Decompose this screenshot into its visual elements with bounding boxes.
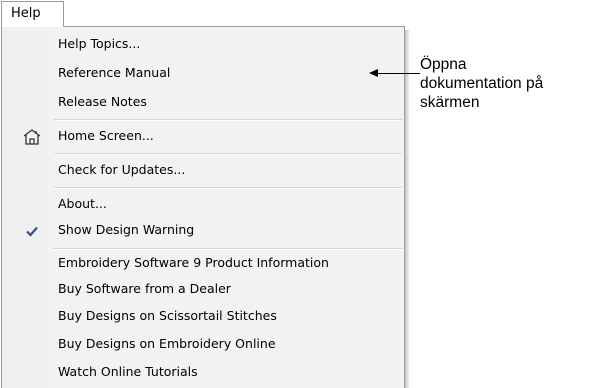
menu-item-check-for-updates[interactable]: Check for Updates... (2, 158, 404, 182)
menu-item-release-notes[interactable]: Release Notes (2, 90, 404, 114)
menu-item-label: Release Notes (58, 94, 147, 109)
menu-item-reference-manual[interactable]: Reference Manual (2, 61, 404, 85)
home-screen-icon (22, 124, 42, 148)
menu-shadow (405, 30, 409, 388)
menu-item-help-topics[interactable]: Help Topics... (2, 32, 404, 56)
menu-item-buy-software-dealer[interactable]: Buy Software from a Dealer (2, 277, 404, 301)
menu-item-label: Embroidery Software 9 Product Informatio… (58, 255, 329, 270)
checkmark-icon (22, 218, 42, 242)
menu-item-label: About... (58, 196, 107, 211)
menu-item-label: Home Screen... (58, 128, 154, 143)
callout-line-text: skärmen (420, 94, 480, 111)
menu-item-label: Help Topics... (58, 36, 141, 51)
menu-separator (54, 153, 402, 155)
menu-item-label: Buy Software from a Dealer (58, 281, 231, 296)
callout-line-text: Öppna (420, 56, 467, 73)
callout-line (376, 73, 420, 74)
menu-item-home-screen[interactable]: Home Screen... (2, 124, 404, 148)
help-menu-tab[interactable]: Help (1, 1, 64, 27)
menu-item-label: Check for Updates... (58, 162, 186, 177)
callout-annotation: Öppna dokumentation på skärmen (420, 55, 588, 112)
menu-item-about[interactable]: About... (2, 192, 404, 216)
callout-line-text: dokumentation på (420, 75, 544, 92)
menu-item-buy-designs-scissortail[interactable]: Buy Designs on Scissortail Stitches (2, 304, 404, 328)
menu-item-watch-online-tutorials[interactable]: Watch Online Tutorials (2, 360, 404, 384)
menu-item-product-information[interactable]: Embroidery Software 9 Product Informatio… (2, 251, 404, 275)
help-dropdown-menu: Help Topics... Reference Manual Release … (1, 26, 405, 388)
menu-item-label: Buy Designs on Embroidery Online (58, 336, 276, 351)
menu-separator (54, 248, 402, 250)
menu-item-label: Show Design Warning (58, 222, 195, 237)
menu-item-label: Watch Online Tutorials (58, 364, 198, 379)
menu-item-label: Buy Designs on Scissortail Stitches (58, 308, 277, 323)
menu-item-buy-designs-embroidery-online[interactable]: Buy Designs on Embroidery Online (2, 332, 404, 356)
menu-item-show-design-warning[interactable]: Show Design Warning (2, 218, 404, 242)
menu-separator (54, 119, 402, 121)
menu-separator (54, 187, 402, 189)
menu-item-label: Reference Manual (58, 65, 171, 80)
